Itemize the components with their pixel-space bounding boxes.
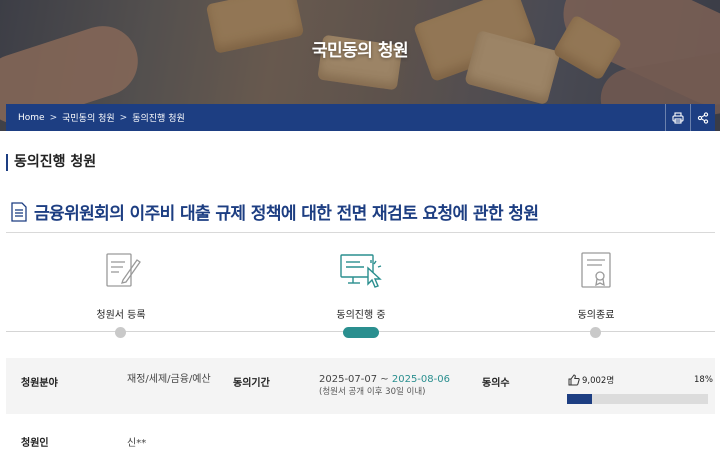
certificate-icon (581, 252, 611, 288)
field-value: 재정/세제/금융/예산 (127, 374, 211, 385)
step-marker-active (343, 327, 379, 338)
agree-progress-bar (567, 394, 708, 404)
document-icon (11, 201, 27, 222)
page-title: 국민동의 청원 (311, 41, 409, 61)
step-label: 동의종료 (577, 310, 615, 321)
petitioner-label: 청원인 (21, 438, 49, 449)
step-registered: 청원서 등록 (61, 250, 181, 338)
step-ended: 동의종료 (536, 250, 656, 338)
computer-click-icon (340, 254, 382, 288)
petition-info-row: 청원분야 재정/세제/금융/예산 동의기간 2025-07-07 ~ 2025-… (6, 358, 715, 414)
step-marker (115, 327, 126, 338)
step-label: 동의진행 중 (336, 310, 386, 321)
agree-count-value: 9,002명 (582, 376, 615, 386)
agree-percent: 18% (694, 375, 713, 385)
chevron-right-icon: > (119, 112, 128, 123)
petitioner-value: 신** (127, 438, 147, 449)
share-button[interactable] (690, 104, 715, 131)
share-icon (697, 111, 709, 124)
write-document-icon (106, 253, 141, 287)
breadcrumb-home[interactable]: Home (18, 113, 45, 123)
petition-title: 금융위원회의 이주비 대출 규제 정책에 대한 전면 재검토 요청에 관한 청원 (34, 204, 539, 224)
period-value: 2025-07-07 ~ 2025-08-06 (청원서 공개 이후 30일 이… (319, 374, 489, 398)
progress-steps: 청원서 등록 동의진행 중 동의종료 (0, 250, 720, 340)
period-start: 2025-07-07 ~ (319, 374, 392, 385)
step-in-progress: 동의진행 중 (301, 250, 421, 338)
section-title: 동의진행 청원 (6, 154, 96, 171)
agree-progress-fill (567, 394, 593, 404)
print-button[interactable] (665, 104, 690, 131)
petitioner-row: 청원인 신** (6, 414, 715, 462)
print-icon (672, 111, 684, 124)
period-note: (청원서 공개 이후 30일 이내) (319, 387, 426, 397)
count-label: 동의수 (482, 378, 510, 389)
period-label: 동의기간 (233, 378, 270, 389)
breadcrumb-current[interactable]: 동의진행 청원 (132, 111, 185, 124)
step-label: 청원서 등록 (96, 310, 146, 321)
step-marker (590, 327, 601, 338)
breadcrumb-petitions[interactable]: 국민동의 청원 (62, 111, 115, 124)
petition-heading: 금융위원회의 이주비 대출 규제 정책에 대한 전면 재검토 요청에 관한 청원 (10, 199, 539, 224)
period-end: 2025-08-06 (391, 374, 450, 385)
chevron-right-icon: > (49, 112, 58, 123)
thumbs-up-icon (568, 374, 580, 386)
field-label: 청원분야 (21, 378, 58, 389)
breadcrumb: Home > 국민동의 청원 > 동의진행 청원 (6, 104, 715, 131)
agree-count: 9,002명 (568, 374, 614, 386)
divider (6, 232, 715, 233)
